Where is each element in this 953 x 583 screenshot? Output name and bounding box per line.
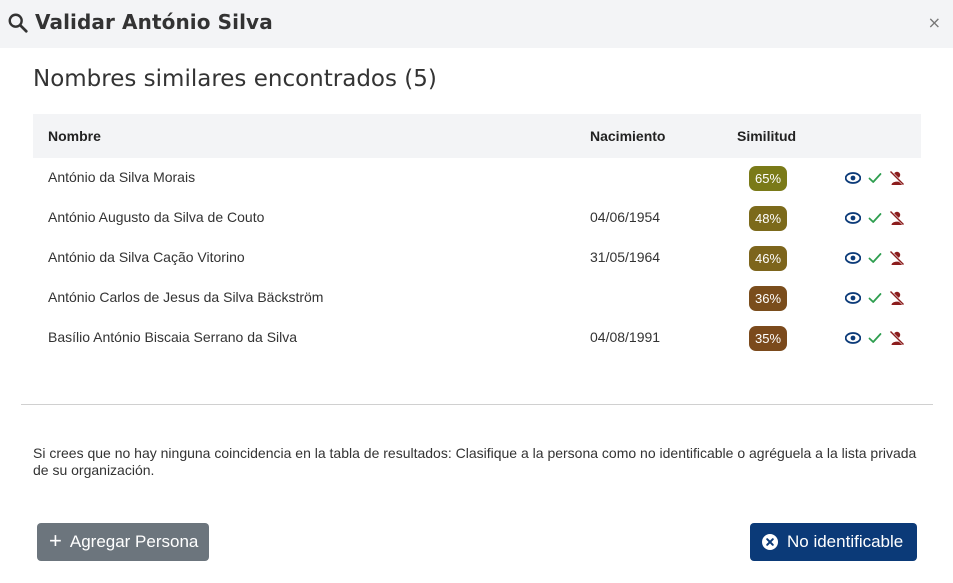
results-table: Nombre Nacimiento Similitud António da S… xyxy=(33,114,921,358)
view-icon[interactable] xyxy=(844,170,862,186)
similarity-badge: 36% xyxy=(749,286,787,311)
not-identifiable-label: No identificable xyxy=(787,532,904,551)
search-icon xyxy=(8,13,28,33)
close-icon[interactable]: × xyxy=(928,13,941,32)
birth-date: 04/06/1954 xyxy=(590,209,661,225)
table-row: António Carlos de Jesus da Silva Bäckstr… xyxy=(33,278,921,318)
column-header-similarity: Similitud xyxy=(737,128,797,144)
accept-icon[interactable] xyxy=(867,290,883,306)
divider xyxy=(21,404,933,405)
table-header: Nombre Nacimiento Similitud xyxy=(33,114,921,158)
reject-person-icon[interactable] xyxy=(889,290,905,306)
similarity-badge: 65% xyxy=(749,166,787,191)
table-body: António da Silva Morais 65% António August… xyxy=(33,158,921,358)
reject-person-icon[interactable] xyxy=(889,170,905,186)
reject-person-icon[interactable] xyxy=(889,330,905,346)
reject-person-icon[interactable] xyxy=(889,250,905,266)
view-icon[interactable] xyxy=(844,210,862,226)
person-name: Basílio António Biscaia Serrano da Silva xyxy=(48,329,298,345)
column-header-birth: Nacimiento xyxy=(590,128,666,144)
modal-title: Validar António Silva xyxy=(35,10,273,34)
person-name: António Carlos de Jesus da Silva Bäckstr… xyxy=(48,289,324,305)
similarity-badge: 46% xyxy=(749,246,787,271)
results-heading: Nombres similares encontrados (5) xyxy=(33,66,437,92)
birth-date: 31/05/1964 xyxy=(590,249,661,265)
table-row: António da Silva Morais 65% xyxy=(33,158,921,198)
person-name: António da Silva Morais xyxy=(48,169,196,185)
table-row: António da Silva Cação Vitorino 31/05/196… xyxy=(33,238,921,278)
view-icon[interactable] xyxy=(844,290,862,306)
close-circle-icon xyxy=(762,534,778,550)
help-note: Si crees que no hay ninguna coincidencia… xyxy=(33,445,917,478)
row-actions xyxy=(844,170,905,186)
row-actions xyxy=(844,210,905,226)
add-person-button[interactable]: + Agregar Persona xyxy=(37,523,209,561)
reject-person-icon[interactable] xyxy=(889,210,905,226)
row-actions xyxy=(844,330,905,346)
view-icon[interactable] xyxy=(844,250,862,266)
row-actions xyxy=(844,290,905,306)
view-icon[interactable] xyxy=(844,330,862,346)
table-row: Basílio António Biscaia Serrano da Silva… xyxy=(33,318,921,358)
accept-icon[interactable] xyxy=(867,210,883,226)
birth-date: 04/08/1991 xyxy=(590,329,661,345)
not-identifiable-button[interactable]: No identificable xyxy=(750,523,917,561)
plus-icon: + xyxy=(49,528,62,553)
accept-icon[interactable] xyxy=(867,250,883,266)
person-name: António da Silva Cação Vitorino xyxy=(48,249,245,265)
similarity-badge: 35% xyxy=(749,326,787,351)
row-actions xyxy=(844,250,905,266)
accept-icon[interactable] xyxy=(867,170,883,186)
modal-header: Validar António Silva × xyxy=(0,0,953,48)
add-person-label: Agregar Persona xyxy=(69,532,199,551)
similarity-badge: 48% xyxy=(749,206,787,231)
accept-icon[interactable] xyxy=(867,330,883,346)
table-row: António Augusto da Silva de Couto 04/06/1… xyxy=(33,198,921,238)
column-header-name: Nombre xyxy=(48,128,101,144)
person-name: António Augusto da Silva de Couto xyxy=(48,209,265,225)
